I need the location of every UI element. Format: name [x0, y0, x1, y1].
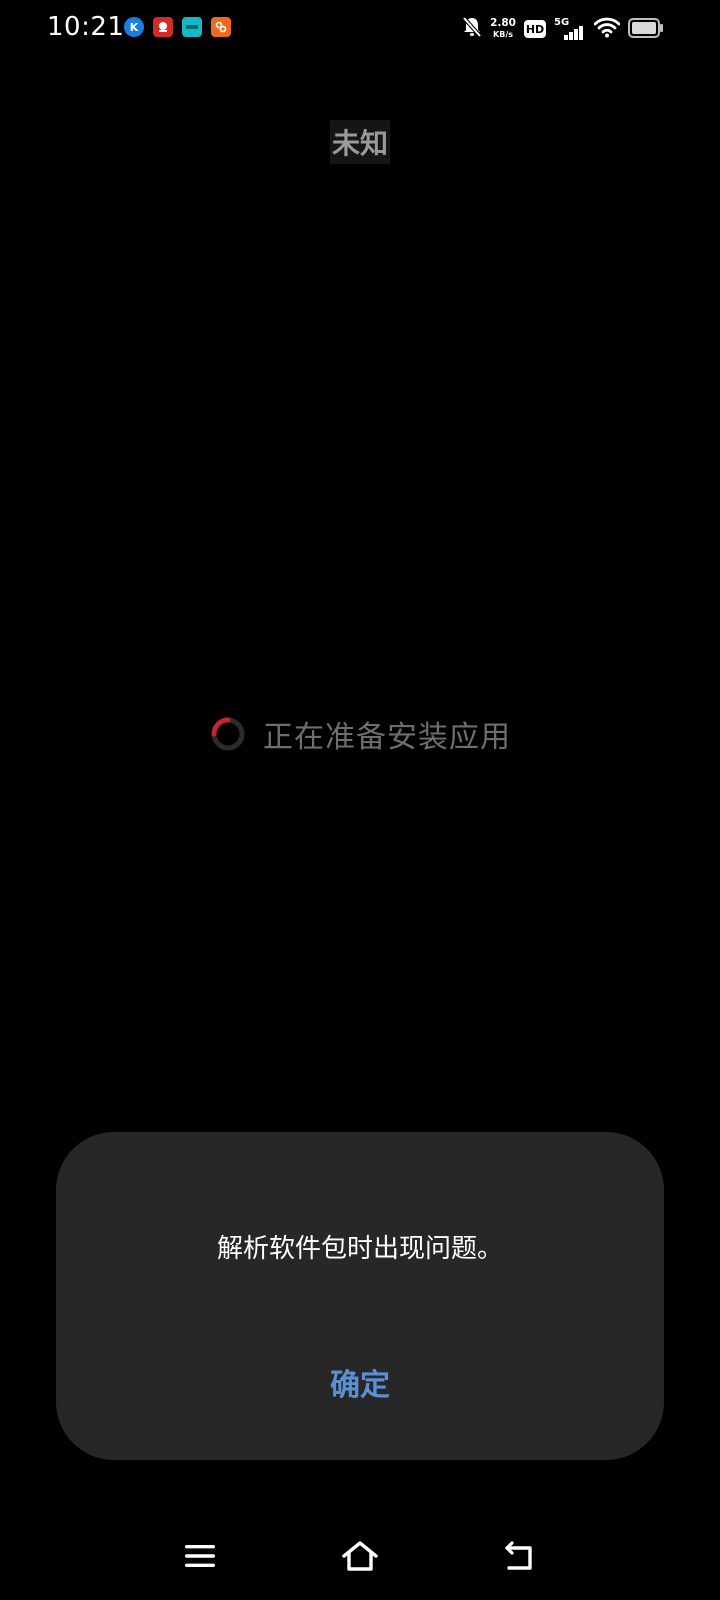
net-speed: 2.80 KB/s: [490, 18, 516, 40]
screen: 10:21 K 2.80 KB/s HD 5G 未知 正在准备安装应用 解析软件…: [0, 0, 720, 1600]
back-icon: [503, 1541, 537, 1575]
k-app-icon: K: [124, 17, 144, 37]
status-bar: 10:21 K 2.80 KB/s HD 5G: [0, 0, 720, 56]
teal-app-icon: [182, 17, 202, 37]
wifi-icon: [593, 16, 621, 42]
menu-icon: [184, 1542, 216, 1574]
net-speed-unit: KB/s: [493, 30, 514, 39]
red-app-icon: [153, 17, 173, 37]
signal-strength-icon: 5G: [554, 17, 586, 41]
back-button[interactable]: [498, 1540, 542, 1576]
dialog-message: 解析软件包时出现问题。: [216, 1234, 503, 1264]
battery-icon: [628, 18, 664, 42]
app-title: 未知: [0, 120, 720, 164]
menu-button[interactable]: [178, 1540, 222, 1576]
status-time: 10:21: [47, 12, 125, 42]
install-progress: 正在准备安装应用: [0, 712, 720, 756]
status-right: 2.80 KB/s HD 5G: [462, 14, 621, 44]
net-speed-value: 2.80: [490, 17, 516, 29]
confirm-button[interactable]: 确定: [310, 1354, 410, 1410]
error-dialog: 解析软件包时出现问题。 确定: [56, 1132, 664, 1460]
bell-muted-icon: [462, 16, 482, 42]
navigation-bar: [0, 1520, 720, 1592]
k-app-glyph: K: [129, 20, 139, 34]
notification-icons: K: [124, 17, 231, 37]
orange-app-icon: [211, 17, 231, 37]
loading-spinner-icon: [209, 715, 247, 753]
home-button[interactable]: [338, 1540, 382, 1576]
home-icon: [340, 1540, 380, 1576]
progress-text: 正在准备安装应用: [263, 720, 511, 755]
app-title-text: 未知: [329, 120, 390, 164]
hd-badge: HD: [524, 20, 546, 38]
